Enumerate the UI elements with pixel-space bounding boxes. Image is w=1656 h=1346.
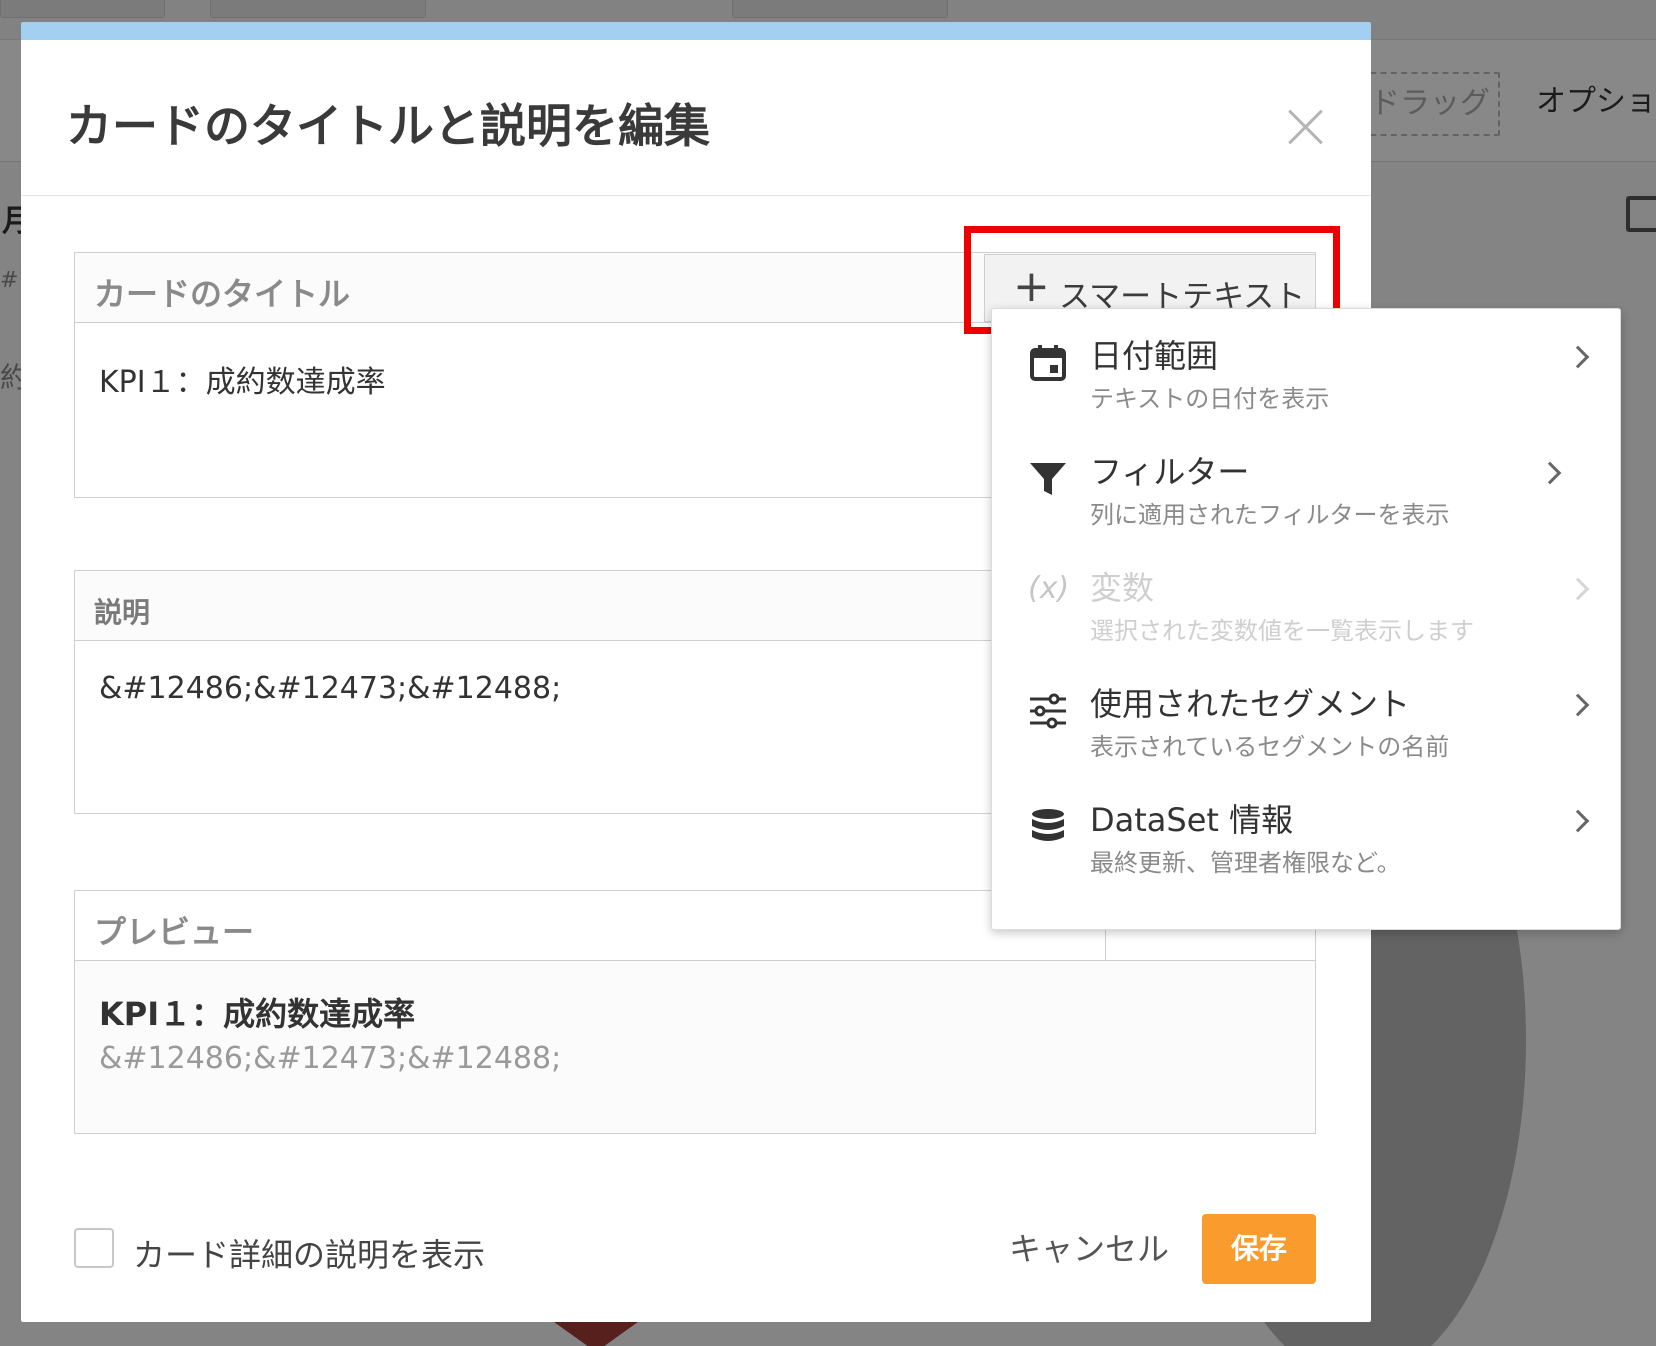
show-description-label[interactable]: カード詳細の説明を表示: [133, 1230, 485, 1276]
show-description-checkbox[interactable]: [74, 1228, 114, 1268]
menu-item-variable: (x) 変数 選択された変数値を一覧表示します: [992, 541, 1622, 653]
filter-icon: [1030, 463, 1066, 495]
plus-icon: +: [1013, 261, 1050, 312]
dialog-title: カードのタイトルと説明を編集: [66, 99, 710, 153]
smart-text-menu: 日付範囲 テキストの日付を表示 フィルター 列に適用されたフィルターを表示 (x…: [991, 308, 1621, 930]
chevron-right-icon: [1566, 345, 1590, 369]
menu-item-title: フィルター: [1090, 453, 1250, 491]
chevron-right-icon: [1566, 809, 1590, 833]
sliders-icon: [1030, 693, 1066, 729]
calendar-icon: [1030, 345, 1066, 381]
card-title-label: カードのタイトル: [94, 275, 351, 313]
menu-item-title: 変数: [1090, 569, 1155, 607]
dialog-header: カードのタイトルと説明を編集: [21, 40, 1371, 196]
save-button[interactable]: 保存: [1202, 1214, 1316, 1284]
preview-title: KPI１：成約数達成率: [99, 995, 416, 1033]
preview-description: &#12486;&#12473;&#12488;: [99, 1041, 562, 1076]
chevron-right-icon: [1538, 461, 1562, 485]
chevron-right-icon: [1566, 693, 1590, 717]
database-icon: [1032, 809, 1064, 841]
card-title-input[interactable]: KPI１：成約数達成率: [99, 357, 386, 401]
menu-item-date-range[interactable]: 日付範囲 テキストの日付を表示: [992, 309, 1622, 421]
description-label: 説明: [94, 596, 151, 629]
chevron-right-icon: [1566, 577, 1590, 601]
description-input[interactable]: &#12486;&#12473;&#12488;: [99, 671, 561, 706]
menu-item-subtitle: 選択された変数値を一覧表示します: [1090, 617, 1474, 645]
menu-item-filter[interactable]: フィルター 列に適用されたフィルターを表示: [992, 425, 1622, 537]
menu-item-title: 使用されたセグメント: [1090, 685, 1411, 723]
variable-icon: (x): [1028, 571, 1070, 606]
cancel-button[interactable]: キャンセル: [1009, 1224, 1169, 1274]
menu-item-title: 日付範囲: [1090, 337, 1219, 375]
menu-item-subtitle: 表示されているセグメントの名前: [1090, 733, 1450, 761]
menu-item-subtitle: 列に適用されたフィルターを表示: [1090, 501, 1450, 529]
menu-item-dataset-info[interactable]: DataSet 情報 最終更新、管理者権限など。: [992, 773, 1622, 885]
menu-item-subtitle: 最終更新、管理者権限など。: [1090, 849, 1401, 877]
close-icon[interactable]: [1281, 102, 1331, 152]
menu-item-segments[interactable]: 使用されたセグメント 表示されているセグメントの名前: [992, 657, 1622, 769]
menu-item-subtitle: テキストの日付を表示: [1090, 385, 1330, 413]
preview-label: プレビュー: [94, 913, 255, 951]
menu-item-title: DataSet 情報: [1090, 801, 1294, 839]
